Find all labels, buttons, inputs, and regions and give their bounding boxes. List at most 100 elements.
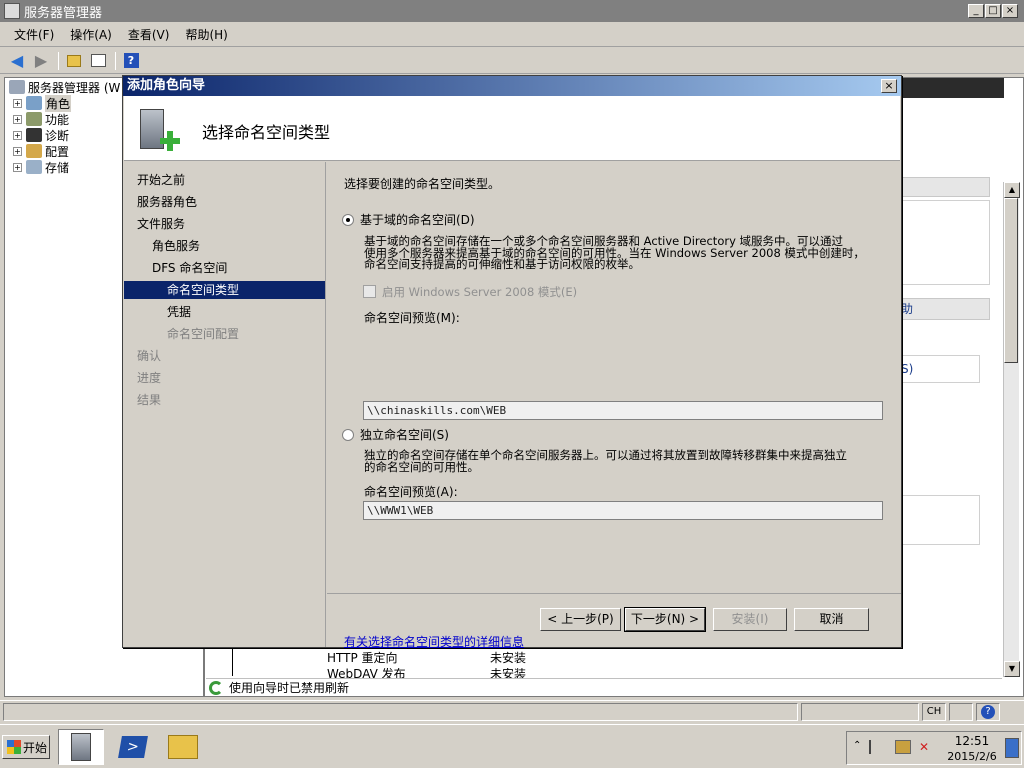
show-hidden-icons-icon[interactable]: ⌃ xyxy=(853,740,861,751)
show-hide-console-tree-icon[interactable] xyxy=(87,51,109,71)
role-service-row-status: 未安装 xyxy=(490,651,527,665)
enable-2008-mode-checkbox[interactable] xyxy=(363,285,376,298)
dialog-titlebar: 添加角色向导 × xyxy=(123,76,901,96)
expand-icon[interactable]: + xyxy=(13,114,22,124)
details-pane-titlebar xyxy=(900,78,1004,98)
wizard-step[interactable]: DFS 命名空间 xyxy=(152,259,227,277)
server-manager-icon xyxy=(4,3,20,19)
menu-view[interactable]: 查看(V) xyxy=(128,26,170,43)
explorer-taskbar-icon[interactable] xyxy=(160,729,206,765)
tree-item-label: 诊断 xyxy=(45,128,70,143)
expand-icon[interactable]: + xyxy=(13,130,22,140)
clock-time[interactable]: 12:51 xyxy=(947,735,997,748)
refresh-status-bar: 使用向导时已禁用刷新 xyxy=(206,678,1002,696)
scroll-down-button[interactable]: ▼ xyxy=(1004,661,1020,677)
domain-preview-label: 命名空间预览(M): xyxy=(364,311,460,325)
toolbar-separator xyxy=(115,51,116,70)
toolbar: ◀ ▶ ? xyxy=(0,48,1024,74)
role-service-row-status: 未安装 xyxy=(490,668,527,678)
wizard-step-list: 开始之前 服务器角色 文件服务 角色服务 DFS 命名空间 命名空间类型 凭据 … xyxy=(124,162,326,647)
help-icon[interactable]: ? xyxy=(120,51,142,71)
dialog-close-button[interactable]: × xyxy=(881,79,897,93)
refresh-status-text: 使用向导时已禁用刷新 xyxy=(229,681,350,695)
wizard-step[interactable]: 角色服务 xyxy=(152,237,200,255)
action-center-flag-icon[interactable] xyxy=(869,740,883,754)
help-icon[interactable]: ? xyxy=(976,702,1000,721)
minimize-button[interactable]: _ xyxy=(968,4,984,18)
wizard-step-disabled: 确认 xyxy=(137,349,162,363)
volume-muted-icon[interactable]: ✕ xyxy=(919,740,935,754)
start-button[interactable]: 开始 xyxy=(2,735,50,759)
wizard-step-disabled: 命名空间配置 xyxy=(167,327,240,341)
main-window-titlebar: 服务器管理器 _ □ × xyxy=(0,0,1024,22)
install-button: 安装(I) xyxy=(713,608,787,631)
server-manager-taskbar-icon[interactable] xyxy=(58,729,104,765)
role-service-row-name: HTTP 重定向 xyxy=(327,651,398,665)
wizard-step-selected[interactable]: 命名空间类型 xyxy=(124,281,325,299)
domain-namespace-radio[interactable] xyxy=(342,214,354,226)
system-tray: ⌃ ✕ 12:51 2015/2/6 xyxy=(846,731,1022,765)
show-desktop-icon[interactable] xyxy=(1005,738,1019,758)
maximize-button[interactable]: □ xyxy=(985,4,1001,18)
menu-file[interactable]: 文件(F) xyxy=(14,26,54,43)
description-line: 的命名空间的可用性。 xyxy=(364,459,479,474)
wizard-step[interactable]: 服务器角色 xyxy=(137,193,197,211)
dialog-header-title: 选择命名空间类型 xyxy=(202,123,331,142)
network-icon[interactable] xyxy=(895,740,911,754)
forward-arrow-icon[interactable]: ▶ xyxy=(30,51,52,71)
main-window-title: 服务器管理器 xyxy=(24,5,103,21)
vertical-scrollbar[interactable]: ▲ ▼ xyxy=(1003,182,1020,677)
enable-2008-mode-label: 启用 Windows Server 2008 模式(E) xyxy=(382,285,578,299)
storage-icon xyxy=(26,160,42,174)
scroll-up-button[interactable]: ▲ xyxy=(1004,182,1020,198)
dialog-title: 添加角色向导 xyxy=(127,78,206,93)
clock-date[interactable]: 2015/2/6 xyxy=(947,750,997,763)
back-button[interactable]: < 上一步(P) xyxy=(540,608,621,631)
up-folder-icon[interactable] xyxy=(63,51,85,71)
add-roles-wizard-dialog: 添加角色向导 × 选择命名空间类型 开始之前 服务器角色 文件服务 角色服务 D… xyxy=(122,75,902,649)
close-window-button[interactable]: × xyxy=(1002,4,1018,18)
powershell-taskbar-icon[interactable]: > xyxy=(110,729,156,765)
server-add-role-icon xyxy=(136,105,180,155)
features-icon xyxy=(26,112,42,126)
status-cell xyxy=(801,702,919,721)
cancel-button[interactable]: 取消 xyxy=(794,608,869,631)
scroll-thumb[interactable] xyxy=(1004,198,1018,363)
wizard-step[interactable]: 文件服务 xyxy=(137,215,185,233)
domain-namespace-description: 基于域的命名空间存储在一个或多个命名空间服务器和 Active Director… xyxy=(364,235,865,271)
expand-icon[interactable]: + xyxy=(13,98,22,108)
details-section-box xyxy=(900,200,990,285)
wizard-step[interactable]: 凭据 xyxy=(167,303,191,321)
tree-item-label: 角色 xyxy=(45,94,72,112)
wizard-step-disabled: 进度 xyxy=(137,371,162,385)
details-link[interactable]: S) xyxy=(900,355,980,383)
tree-item-label: 存储 xyxy=(45,160,70,175)
partial-label: 助 xyxy=(901,302,914,316)
expand-icon[interactable]: + xyxy=(13,146,22,156)
expand-icon[interactable]: + xyxy=(13,162,22,172)
standalone-preview-field: \\WWW1\WEB xyxy=(363,501,883,520)
toolbar-separator xyxy=(58,51,59,70)
windows-logo-icon xyxy=(7,740,21,754)
back-arrow-icon[interactable]: ◀ xyxy=(6,51,28,71)
standalone-namespace-radio[interactable] xyxy=(342,429,354,441)
domain-preview-field: \\chinaskills.com\WEB xyxy=(363,401,883,420)
details-section-header xyxy=(900,177,990,197)
intro-text: 选择要创建的命名空间类型。 xyxy=(344,177,501,191)
standalone-namespace-description: 独立的命名空间存储在单个命名空间服务器上。可以通过将其放置到故障转移群集中来提高… xyxy=(364,449,847,474)
keyboard-icon[interactable] xyxy=(949,702,973,721)
menu-bar: 文件(F) 操作(A) 查看(V) 帮助(H) xyxy=(0,23,1024,47)
start-label: 开始 xyxy=(23,740,48,755)
wizard-button-bar: < 上一步(P) 下一步(N) > 安装(I) 取消 xyxy=(327,593,901,647)
server-icon xyxy=(9,80,25,94)
role-service-row-name: WebDAV 发布 xyxy=(327,668,406,678)
dialog-header: 选择命名空间类型 xyxy=(124,96,900,161)
next-button[interactable]: 下一步(N) > xyxy=(624,607,706,632)
standalone-namespace-label[interactable]: 独立命名空间(S) xyxy=(360,429,449,442)
roles-icon xyxy=(26,96,42,110)
menu-action[interactable]: 操作(A) xyxy=(70,26,112,43)
domain-namespace-label[interactable]: 基于域的命名空间(D) xyxy=(360,214,475,227)
menu-help[interactable]: 帮助(H) xyxy=(185,26,227,43)
language-indicator[interactable]: CH xyxy=(922,702,946,721)
wizard-step[interactable]: 开始之前 xyxy=(137,171,185,189)
